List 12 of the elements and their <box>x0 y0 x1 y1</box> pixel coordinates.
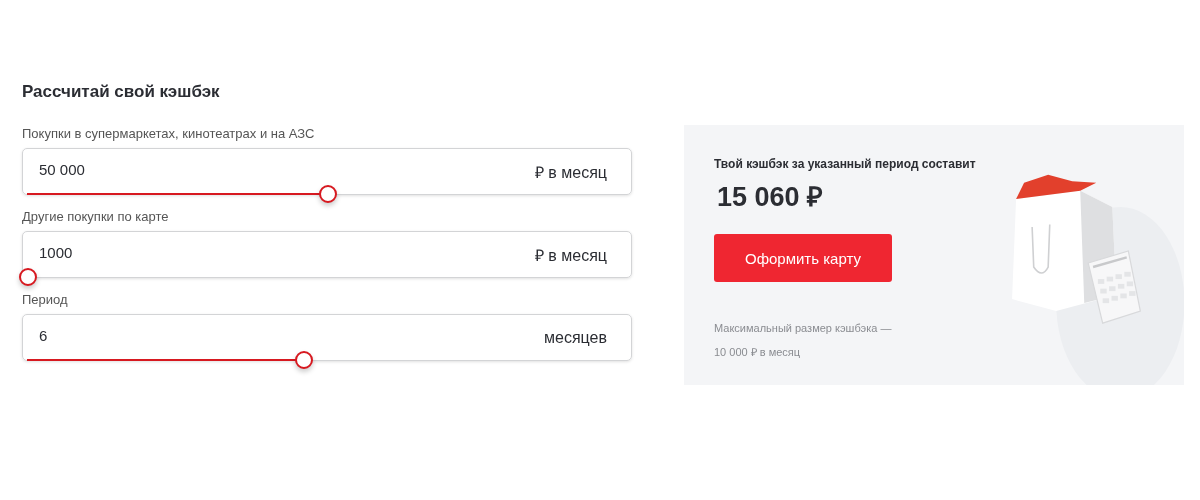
apply-card-button[interactable]: Оформить карту <box>714 234 892 282</box>
slider-thumb[interactable] <box>295 351 313 369</box>
field-label: Покупки в супермаркетах, кинотеатрах и на АЗС <box>22 126 316 141</box>
field-label: Другие покупки по карте <box>22 209 170 224</box>
max-cashback-note: Максимальный размер кэшбэка — 10 000 ₽ в месяц <box>714 321 893 361</box>
slider-thumb[interactable] <box>319 185 337 203</box>
field-label: Период <box>22 292 69 307</box>
cashback-amount: 15 060 ₽ <box>717 181 825 214</box>
result-caption: Твой кэшбэк за указанный период составит <box>714 157 976 171</box>
calculator-title: Рассчитай свой кэшбэк <box>22 82 221 102</box>
number-input-field[interactable]: 1000 ₽ в месяц <box>22 231 632 278</box>
slider-thumb[interactable] <box>19 268 37 286</box>
